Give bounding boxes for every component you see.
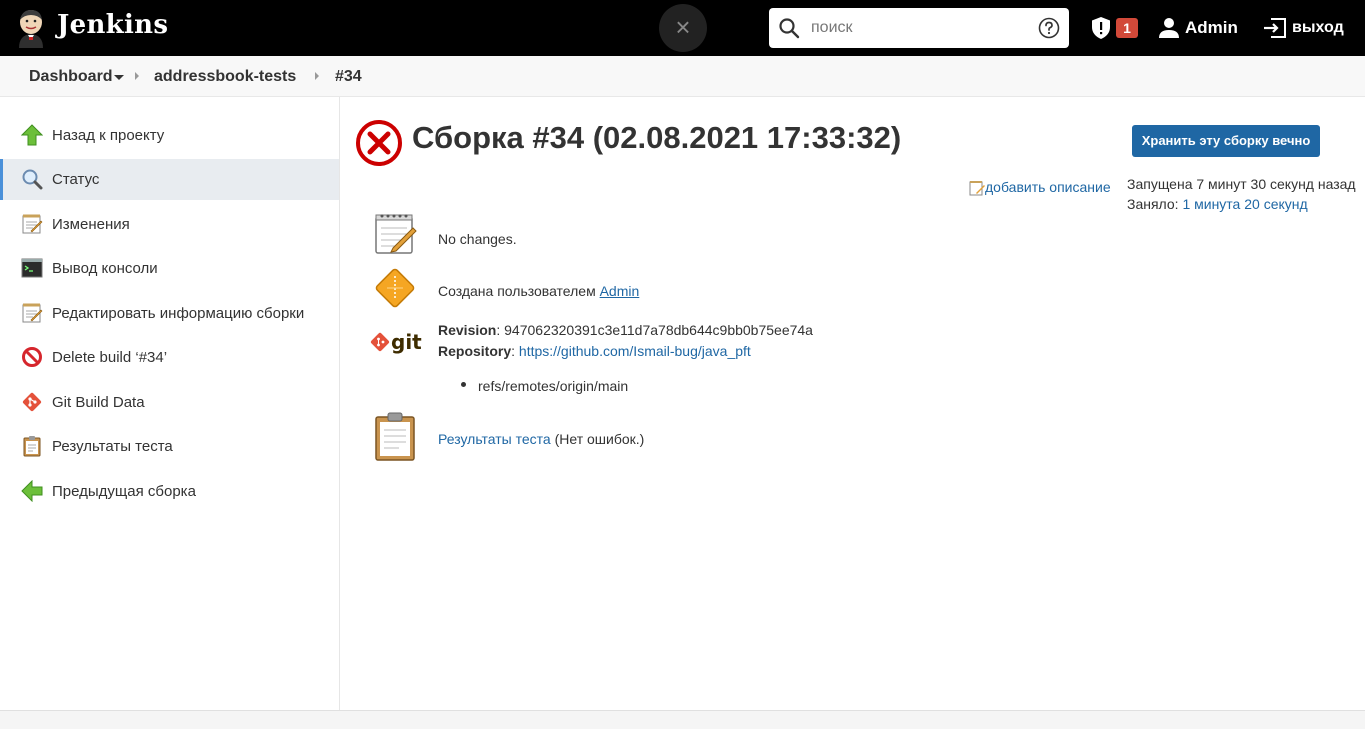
logout-link[interactable]: выход [1292,19,1344,37]
git-logo-icon: git [370,330,422,354]
shield-icon[interactable] [1090,16,1112,40]
build-failed-icon [356,120,402,166]
started-time: Запущена 7 минут 30 секунд назад [1127,176,1356,192]
notepad-icon [22,214,43,234]
duration-link[interactable]: 1 минута 20 секунд [1182,196,1307,212]
logout-icon[interactable] [1262,16,1288,40]
revision-label: Revision [438,322,497,338]
breadcrumb-separator-icon [315,72,319,80]
duration-label: Заняло: [1127,196,1183,212]
chevron-down-icon[interactable] [114,75,124,80]
search-icon [779,18,800,39]
user-cause-icon [375,268,415,308]
created-by-user-link[interactable]: Admin [600,283,640,299]
sidebar-item-changes[interactable]: Изменения [0,204,339,245]
sidebar-item-label: Delete build ‘#34’ [52,349,168,366]
created-by-label: Создана пользователем [438,283,600,299]
clipboard-icon [375,412,415,461]
test-results-line: Результаты теста (Нет ошибок.) [438,431,644,447]
revision-value: : 947062320391c3e11d7a78db644c9bb0b75ee7… [496,322,813,338]
add-description-link[interactable]: добавить описание [985,179,1111,195]
top-header: Jenkins × 1 Admin выход [0,0,1365,56]
breadcrumb-project[interactable]: addressbook-tests [154,68,296,86]
search-box [769,8,1069,48]
user-name-link[interactable]: Admin [1185,18,1238,38]
magnifier-icon [22,169,43,190]
branch-item: refs/remotes/origin/main [478,378,629,394]
repository-link[interactable]: https://github.com/Ismail-bug/java_pft [519,343,751,359]
repository-separator: : [511,343,519,359]
page-title: Сборка #34 (02.08.2021 17:33:32) [412,120,902,155]
breadcrumb: Dashboard addressbook-tests #34 [0,56,1365,97]
sidebar-item-label: Предыдущая сборка [52,483,196,500]
sidebar-item-delete-build[interactable]: Delete build ‘#34’ [0,337,339,378]
sidebar-item-label: Вывод консоли [52,260,158,277]
notepad-icon [375,214,417,254]
created-by-text: Создана пользователем Admin [438,283,639,299]
footer [0,710,1365,729]
revision-line: Revision: 947062320391c3e11d7a78db644c9b… [438,322,813,338]
keep-build-forever-button[interactable]: Хранить эту сборку вечно [1132,125,1320,157]
repository-line: Repository: https://github.com/Ismail-bu… [438,343,751,359]
sidebar-item-label: Назад к проекту [52,127,165,144]
no-changes-text: No changes. [438,231,517,247]
security-badge[interactable]: 1 [1116,18,1138,38]
edit-description-icon [969,181,985,196]
duration-info: Заняло: 1 минута 20 секунд [1127,196,1308,212]
test-results-note: (Нет ошибок.) [550,431,645,447]
test-results-link[interactable]: Результаты теста [438,431,551,447]
git-icon [22,392,42,412]
help-icon[interactable] [1038,17,1060,39]
brand-title[interactable]: Jenkins [57,10,168,40]
breadcrumb-build[interactable]: #34 [335,68,362,86]
sidebar-item-label: Результаты теста [52,438,173,455]
notepad-icon [22,303,43,323]
clipboard-icon [23,436,41,457]
no-entry-icon [22,347,42,367]
repository-label: Repository [438,343,512,359]
sidebar: Назад к проекту Статус Изменения Вывод к… [0,97,340,710]
sidebar-item-status[interactable]: Статус [0,159,339,200]
sidebar-item-back-to-project[interactable]: Назад к проекту [0,115,339,156]
user-icon[interactable] [1158,16,1180,40]
sidebar-item-test-results[interactable]: Результаты теста [0,426,339,467]
terminal-icon [21,258,43,278]
up-arrow-icon [21,124,43,146]
breadcrumb-dashboard[interactable]: Dashboard [29,68,113,86]
sidebar-item-label: Редактировать информацию сборки [52,305,305,322]
sidebar-item-label: Git Build Data [52,394,145,411]
close-button[interactable]: × [659,4,707,52]
search-input[interactable] [811,16,1031,40]
left-arrow-icon [21,480,43,502]
sidebar-item-label: Изменения [52,216,130,233]
breadcrumb-separator-icon [135,72,139,80]
sidebar-item-edit-build-info[interactable]: Редактировать информацию сборки [0,293,339,334]
sidebar-item-label: Статус [52,171,100,188]
jenkins-logo[interactable] [14,8,48,48]
bullet-icon [461,382,466,387]
sidebar-item-previous-build[interactable]: Предыдущая сборка [0,471,339,512]
git-logo-text: git [391,330,422,354]
sidebar-item-git-build-data[interactable]: Git Build Data [0,382,339,423]
sidebar-item-console-output[interactable]: Вывод консоли [0,248,339,289]
